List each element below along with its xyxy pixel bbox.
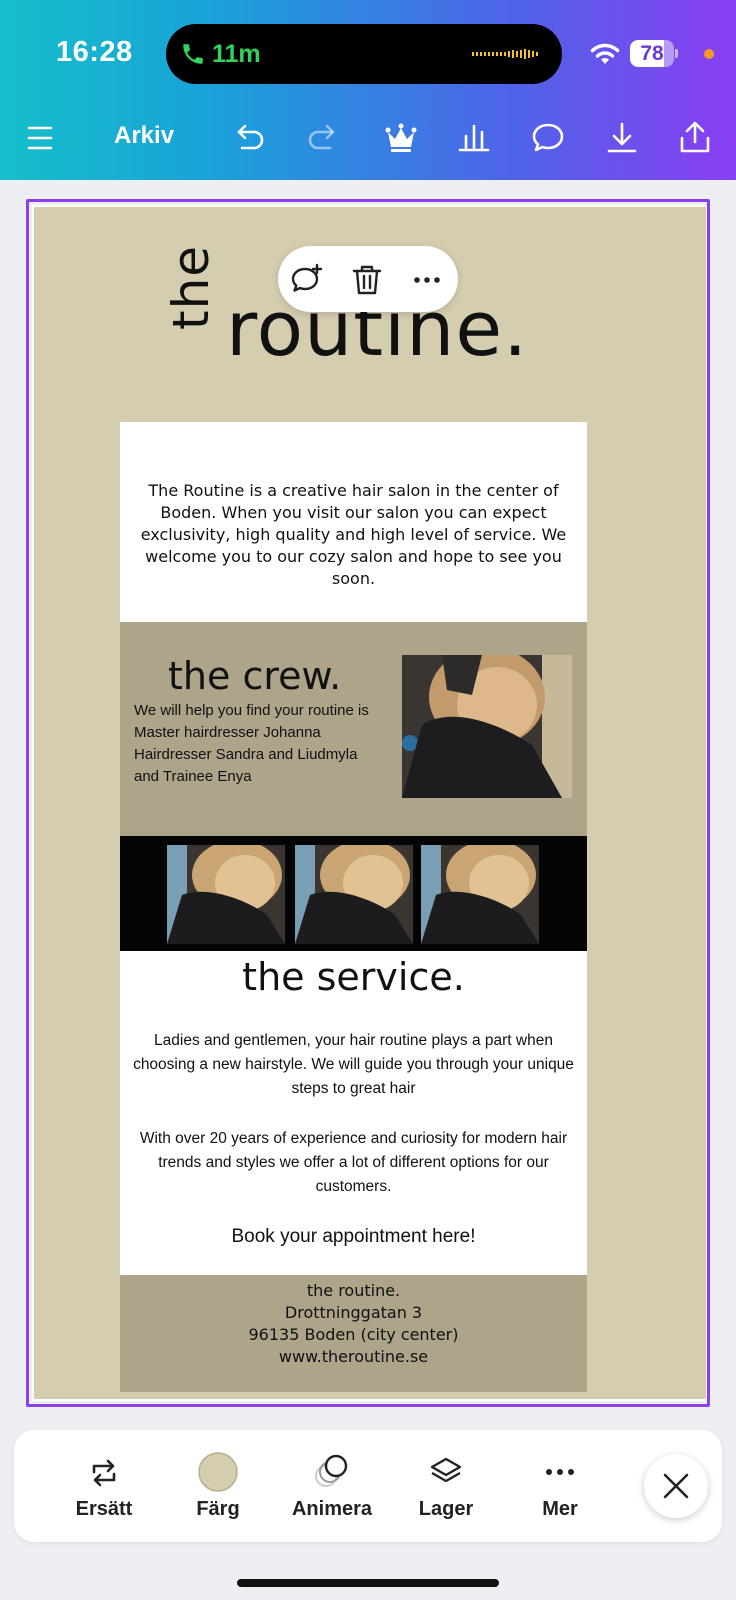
more-icon [546,1469,574,1475]
dynamic-island[interactable]: 11m [166,24,562,84]
selection-border [26,199,710,1407]
privacy-dot [704,49,714,59]
chart-icon[interactable] [454,118,494,158]
undo-icon[interactable] [228,118,268,158]
crown-icon[interactable] [381,118,421,158]
more-button[interactable]: Mer [510,1442,610,1532]
wifi-icon [590,43,620,64]
menu-icon[interactable] [20,118,60,158]
battery-indicator: 78 [630,40,678,67]
element-action-popup [278,246,458,312]
close-icon [663,1473,689,1499]
layers-icon [430,1457,462,1483]
bottom-toolbar: Ersätt Färg Animera Lager Mer [14,1430,722,1542]
layers-button[interactable]: Lager [396,1442,496,1532]
download-icon[interactable] [602,118,642,158]
share-icon[interactable] [675,118,715,158]
add-comment-icon[interactable] [290,263,324,297]
redo-icon[interactable] [304,118,344,158]
color-swatch-icon [198,1452,238,1492]
replace-button[interactable]: Ersätt [54,1442,154,1532]
replace-icon [92,1459,116,1487]
file-menu-button[interactable]: Arkiv [114,122,174,150]
animate-button[interactable]: Animera [282,1442,382,1532]
phone-icon [183,44,203,64]
trash-icon[interactable] [350,263,384,297]
animate-icon [315,1454,348,1487]
close-button[interactable] [644,1454,708,1518]
more-icon[interactable] [410,263,444,297]
color-button[interactable]: Färg [168,1442,268,1532]
call-duration: 11m [212,40,261,68]
comment-icon[interactable] [528,118,568,158]
top-bar: 16:28 11m 78 Arkiv [0,0,736,180]
audio-wave-icon [472,49,538,59]
status-time: 16:28 [56,36,133,68]
home-indicator[interactable] [237,1579,499,1587]
